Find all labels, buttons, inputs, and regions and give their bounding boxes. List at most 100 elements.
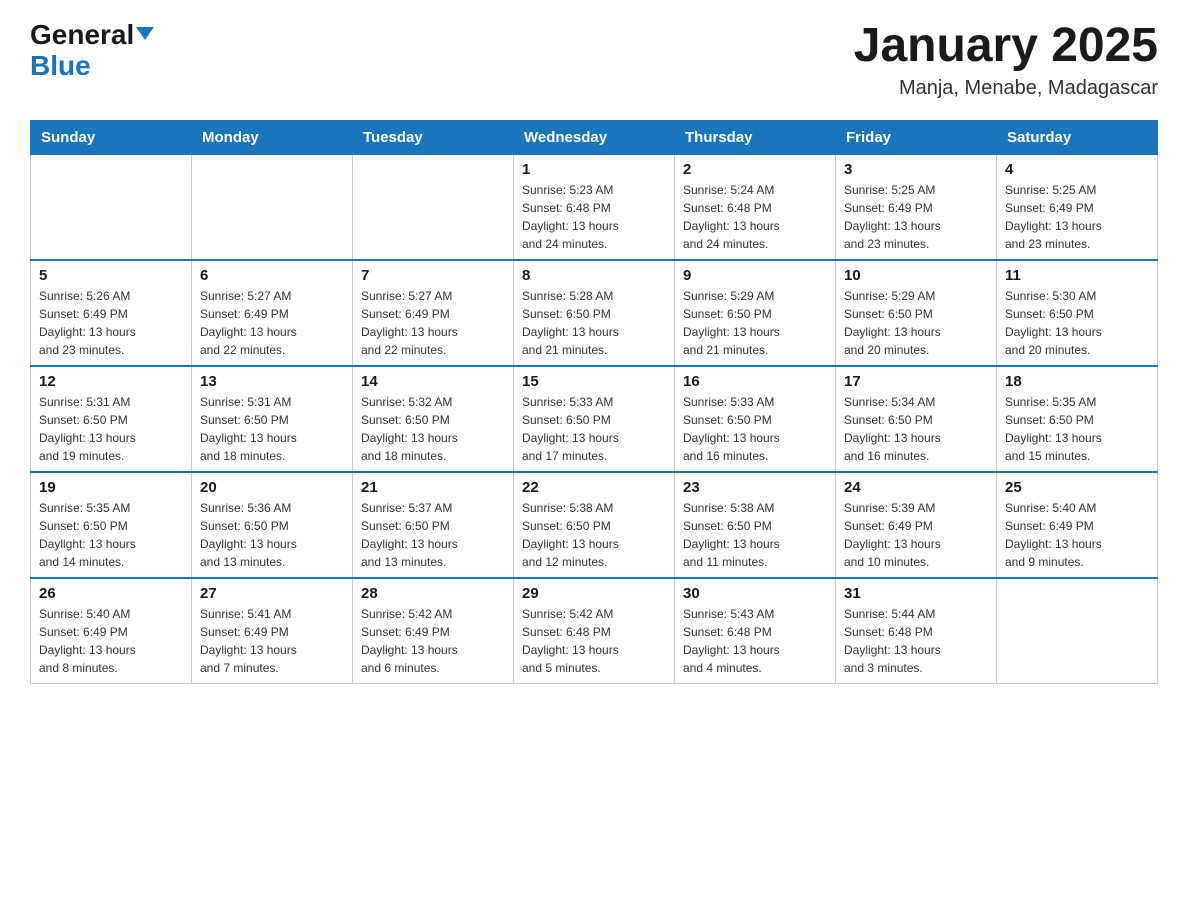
calendar-cell-w3-d6: 17Sunrise: 5:34 AM Sunset: 6:50 PM Dayli…	[836, 366, 997, 472]
day-number: 2	[683, 161, 827, 178]
calendar-week-1: 1 Sunrise: 5:23 AM Sunset: 6:48 PM Daylig…	[31, 154, 1158, 260]
calendar-cell-w5-d7	[997, 578, 1158, 684]
calendar-cell-w4-d6: 24Sunrise: 5:39 AM Sunset: 6:49 PM Dayli…	[836, 472, 997, 578]
day-number: 17	[844, 373, 988, 390]
day-info: Sunrise: 5:33 AM Sunset: 6:50 PM Dayligh…	[683, 393, 827, 465]
calendar-table: Sunday Monday Tuesday Wednesday Thursday…	[30, 120, 1158, 684]
day-info: Sunrise: 5:40 AM Sunset: 6:49 PM Dayligh…	[1005, 499, 1149, 571]
day-number: 1	[522, 161, 666, 178]
day-number: 30	[683, 585, 827, 602]
title-area: January 2025 Manja, Menabe, Madagascar	[854, 20, 1158, 100]
day-number: 11	[1005, 267, 1149, 284]
calendar-cell-w3-d5: 16 Sunrise: 5:33 AM Sunset: 6:50 PM Dayli…	[675, 366, 836, 472]
calendar-cell-w3-d3: 14 Sunrise: 5:32 AM Sunset: 6:50 PM Dayli…	[353, 366, 514, 472]
day-number: 7	[361, 267, 505, 284]
day-info: Sunrise: 5:31 AM Sunset: 6:50 PM Dayligh…	[39, 393, 183, 465]
calendar-cell-w5-d1: 26 Sunrise: 5:40 AM Sunset: 6:49 PM Dayli…	[31, 578, 192, 684]
day-info: Sunrise: 5:28 AM Sunset: 6:50 PM Dayligh…	[522, 287, 666, 359]
calendar-cell-w4-d5: 23Sunrise: 5:38 AM Sunset: 6:50 PM Dayli…	[675, 472, 836, 578]
day-info: Sunrise: 5:35 AM Sunset: 6:50 PM Dayligh…	[1005, 393, 1149, 465]
calendar-week-4: 19 Sunrise: 5:35 AM Sunset: 6:50 PM Dayli…	[31, 472, 1158, 578]
calendar-cell-w3-d4: 15 Sunrise: 5:33 AM Sunset: 6:50 PM Dayli…	[514, 366, 675, 472]
day-number: 10	[844, 267, 988, 284]
day-number: 28	[361, 585, 505, 602]
day-number: 23	[683, 479, 827, 496]
day-number: 31	[844, 585, 988, 602]
day-number: 8	[522, 267, 666, 284]
day-info: Sunrise: 5:27 AM Sunset: 6:49 PM Dayligh…	[200, 287, 344, 359]
calendar-cell-w5-d4: 29Sunrise: 5:42 AM Sunset: 6:48 PM Dayli…	[514, 578, 675, 684]
day-number: 14	[361, 373, 505, 390]
day-number: 25	[1005, 479, 1149, 496]
day-info: Sunrise: 5:42 AM Sunset: 6:49 PM Dayligh…	[361, 605, 505, 677]
day-info: Sunrise: 5:33 AM Sunset: 6:50 PM Dayligh…	[522, 393, 666, 465]
day-info: Sunrise: 5:43 AM Sunset: 6:48 PM Dayligh…	[683, 605, 827, 677]
calendar-cell-w1-d7: 4Sunrise: 5:25 AM Sunset: 6:49 PM Daylig…	[997, 154, 1158, 260]
day-info: Sunrise: 5:24 AM Sunset: 6:48 PM Dayligh…	[683, 181, 827, 253]
day-number: 5	[39, 267, 183, 284]
calendar-cell-w3-d1: 12 Sunrise: 5:31 AM Sunset: 6:50 PM Dayli…	[31, 366, 192, 472]
day-number: 27	[200, 585, 344, 602]
calendar-week-5: 26 Sunrise: 5:40 AM Sunset: 6:49 PM Dayli…	[31, 578, 1158, 684]
day-number: 22	[522, 479, 666, 496]
day-number: 24	[844, 479, 988, 496]
header-wednesday: Wednesday	[514, 120, 675, 154]
day-info: Sunrise: 5:25 AM Sunset: 6:49 PM Dayligh…	[844, 181, 988, 253]
day-info: Sunrise: 5:23 AM Sunset: 6:48 PM Dayligh…	[522, 181, 666, 253]
calendar-cell-w2-d5: 9Sunrise: 5:29 AM Sunset: 6:50 PM Daylig…	[675, 260, 836, 366]
calendar-week-3: 12 Sunrise: 5:31 AM Sunset: 6:50 PM Dayli…	[31, 366, 1158, 472]
calendar-cell-w1-d1	[31, 154, 192, 260]
day-info: Sunrise: 5:26 AM Sunset: 6:49 PM Dayligh…	[39, 287, 183, 359]
day-number: 19	[39, 479, 183, 496]
day-number: 16	[683, 373, 827, 390]
day-number: 15	[522, 373, 666, 390]
calendar-cell-w1-d2	[192, 154, 353, 260]
day-number: 12	[39, 373, 183, 390]
calendar-cell-w4-d2: 20Sunrise: 5:36 AM Sunset: 6:50 PM Dayli…	[192, 472, 353, 578]
calendar-cell-w3-d7: 18Sunrise: 5:35 AM Sunset: 6:50 PM Dayli…	[997, 366, 1158, 472]
day-info: Sunrise: 5:36 AM Sunset: 6:50 PM Dayligh…	[200, 499, 344, 571]
day-info: Sunrise: 5:31 AM Sunset: 6:50 PM Dayligh…	[200, 393, 344, 465]
calendar-cell-w4-d3: 21 Sunrise: 5:37 AM Sunset: 6:50 PM Dayli…	[353, 472, 514, 578]
calendar-cell-w2-d3: 7Sunrise: 5:27 AM Sunset: 6:49 PM Daylig…	[353, 260, 514, 366]
header-thursday: Thursday	[675, 120, 836, 154]
calendar-cell-w5-d5: 30 Sunrise: 5:43 AM Sunset: 6:48 PM Dayli…	[675, 578, 836, 684]
day-info: Sunrise: 5:37 AM Sunset: 6:50 PM Dayligh…	[361, 499, 505, 571]
calendar-cell-w2-d6: 10Sunrise: 5:29 AM Sunset: 6:50 PM Dayli…	[836, 260, 997, 366]
day-info: Sunrise: 5:44 AM Sunset: 6:48 PM Dayligh…	[844, 605, 988, 677]
calendar-week-2: 5 Sunrise: 5:26 AM Sunset: 6:49 PM Daylig…	[31, 260, 1158, 366]
day-info: Sunrise: 5:40 AM Sunset: 6:49 PM Dayligh…	[39, 605, 183, 677]
logo-blue-text: Blue	[30, 51, 91, 82]
day-info: Sunrise: 5:38 AM Sunset: 6:50 PM Dayligh…	[522, 499, 666, 571]
calendar-cell-w1-d4: 1 Sunrise: 5:23 AM Sunset: 6:48 PM Daylig…	[514, 154, 675, 260]
day-info: Sunrise: 5:32 AM Sunset: 6:50 PM Dayligh…	[361, 393, 505, 465]
location-text: Manja, Menabe, Madagascar	[854, 77, 1158, 100]
day-number: 13	[200, 373, 344, 390]
calendar-cell-w3-d2: 13 Sunrise: 5:31 AM Sunset: 6:50 PM Dayli…	[192, 366, 353, 472]
calendar-cell-w1-d5: 2 Sunrise: 5:24 AM Sunset: 6:48 PM Daylig…	[675, 154, 836, 260]
day-number: 4	[1005, 161, 1149, 178]
weekday-header-row: Sunday Monday Tuesday Wednesday Thursday…	[31, 120, 1158, 154]
header-monday: Monday	[192, 120, 353, 154]
logo-triangle-icon	[136, 27, 154, 40]
day-number: 21	[361, 479, 505, 496]
day-number: 26	[39, 585, 183, 602]
calendar-cell-w2-d1: 5 Sunrise: 5:26 AM Sunset: 6:49 PM Daylig…	[31, 260, 192, 366]
calendar-cell-w4-d7: 25 Sunrise: 5:40 AM Sunset: 6:49 PM Dayli…	[997, 472, 1158, 578]
day-info: Sunrise: 5:35 AM Sunset: 6:50 PM Dayligh…	[39, 499, 183, 571]
page-header: General Blue January 2025 Manja, Menabe,…	[30, 20, 1158, 100]
logo: General Blue	[30, 20, 154, 82]
calendar-cell-w2-d7: 11 Sunrise: 5:30 AM Sunset: 6:50 PM Dayli…	[997, 260, 1158, 366]
header-friday: Friday	[836, 120, 997, 154]
calendar-cell-w1-d3	[353, 154, 514, 260]
calendar-cell-w2-d2: 6Sunrise: 5:27 AM Sunset: 6:49 PM Daylig…	[192, 260, 353, 366]
logo-general-text: General	[30, 19, 134, 50]
header-sunday: Sunday	[31, 120, 192, 154]
day-info: Sunrise: 5:30 AM Sunset: 6:50 PM Dayligh…	[1005, 287, 1149, 359]
day-number: 29	[522, 585, 666, 602]
day-info: Sunrise: 5:29 AM Sunset: 6:50 PM Dayligh…	[683, 287, 827, 359]
month-title: January 2025	[854, 20, 1158, 73]
calendar-cell-w2-d4: 8 Sunrise: 5:28 AM Sunset: 6:50 PM Daylig…	[514, 260, 675, 366]
calendar-cell-w4-d4: 22 Sunrise: 5:38 AM Sunset: 6:50 PM Dayli…	[514, 472, 675, 578]
day-info: Sunrise: 5:41 AM Sunset: 6:49 PM Dayligh…	[200, 605, 344, 677]
